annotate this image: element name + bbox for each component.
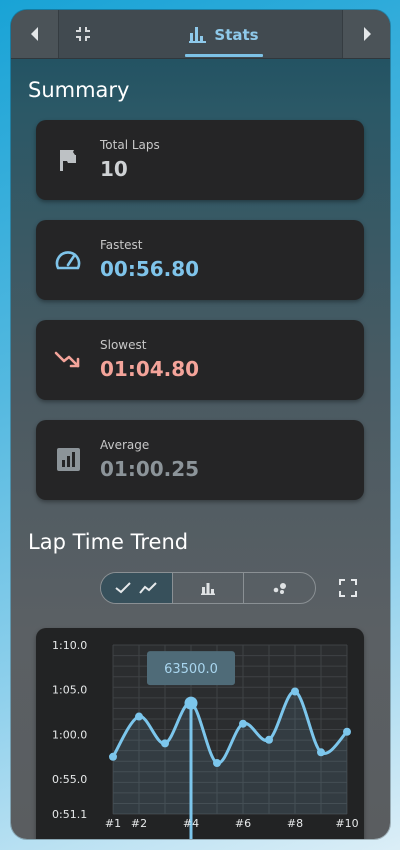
scatter-icon [273, 583, 286, 594]
scatter-view-option[interactable] [243, 573, 315, 603]
chevron-right-icon [363, 27, 371, 41]
data-point [317, 748, 325, 757]
y-tick-label: 1:10.0 [52, 639, 87, 652]
check-icon [115, 582, 132, 594]
card-value: 01:00.25 [100, 457, 200, 481]
bar-chart-box-icon [57, 448, 80, 471]
line-chart: 0:51.1 0:55.0 1:00.0 1:05.0 1:10.0 #1 #2 #4 #6 #8… [52, 639, 359, 839]
x-tick-label: #4 [183, 817, 199, 830]
card-value: 10 [100, 157, 128, 181]
x-tick-label: #1 [105, 817, 121, 830]
chevron-left-icon [30, 27, 38, 41]
data-point [135, 712, 143, 721]
data-point [109, 752, 117, 761]
top-bar: Stats [11, 10, 390, 59]
bar-chart-icon [201, 582, 215, 595]
tab-stats[interactable]: Stats [185, 10, 263, 59]
bar-view-option[interactable] [171, 573, 244, 603]
collapse-button[interactable] [59, 10, 107, 58]
trending-down-icon [54, 351, 80, 368]
data-point [265, 735, 273, 744]
tab-stats-label: Stats [214, 25, 259, 44]
line-chart-icon [139, 582, 158, 594]
tooltip-value: 63500.0 [164, 662, 218, 677]
x-tick-label: #10 [335, 817, 358, 830]
x-tick-label: #2 [131, 817, 147, 830]
card-label: Average [100, 438, 150, 452]
data-point [343, 727, 351, 736]
data-point [184, 696, 198, 710]
flag-icon [60, 150, 76, 171]
next-button[interactable] [342, 10, 390, 58]
chart-type-toggle [100, 572, 316, 604]
card-label: Fastest [100, 238, 143, 252]
y-tick-label: 1:05.0 [52, 684, 87, 697]
fastest-card: Fastest 00:56.80 [36, 220, 364, 300]
card-value: 00:56.80 [100, 257, 200, 281]
summary-title: Summary [28, 78, 130, 102]
data-point [161, 739, 169, 748]
fullscreen-exit-icon [76, 27, 90, 41]
bar-chart-icon [189, 27, 207, 43]
trend-title: Lap Time Trend [28, 530, 189, 554]
app-window: Stats Summary Total Laps 10 Fastest 00:5… [11, 10, 390, 839]
fullscreen-icon[interactable] [338, 578, 358, 598]
y-tick-label: 0:51.1 [52, 808, 87, 821]
x-tick-label: #6 [235, 817, 251, 830]
data-point [213, 759, 221, 768]
line-view-option[interactable] [101, 573, 172, 603]
lap-trend-chart: 0:51.1 0:55.0 1:00.0 1:05.0 1:10.0 #1 #2 #4 #6 #8… [36, 628, 364, 839]
y-tick-label: 0:55.0 [52, 773, 87, 786]
y-tick-label: 1:00.0 [52, 728, 87, 741]
card-label: Slowest [100, 338, 147, 352]
x-tick-label: #8 [287, 817, 303, 830]
average-card: Average 01:00.25 [36, 420, 364, 500]
data-point [239, 719, 247, 728]
total-laps-card: Total Laps 10 [36, 120, 364, 200]
active-tab-indicator [185, 54, 263, 57]
prev-button[interactable] [11, 10, 59, 58]
speedometer-icon [55, 251, 81, 270]
data-point [291, 687, 299, 696]
slowest-card: Slowest 01:04.80 [36, 320, 364, 400]
card-value: 01:04.80 [100, 357, 200, 381]
card-label: Total Laps [100, 138, 160, 152]
